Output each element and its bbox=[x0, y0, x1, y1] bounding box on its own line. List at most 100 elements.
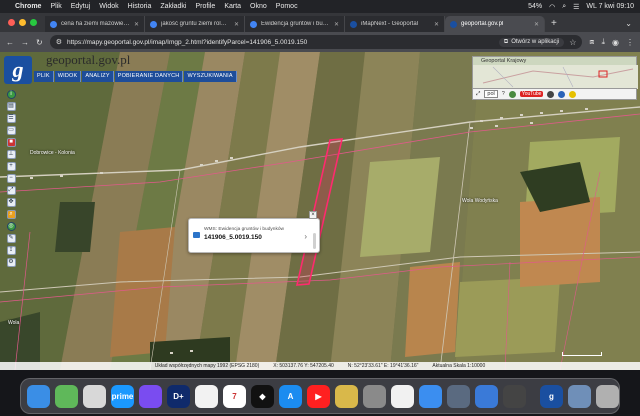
globe-icon[interactable] bbox=[508, 90, 516, 98]
extensions-icon[interactable]: ⧈ bbox=[589, 37, 594, 47]
draw-tool-icon[interactable]: ✎ bbox=[6, 234, 16, 243]
dock-safari-blue-icon[interactable] bbox=[475, 384, 498, 408]
search-icon[interactable]: ⌕ bbox=[562, 3, 566, 11]
minimize-window-button[interactable] bbox=[19, 19, 26, 26]
reload-icon[interactable]: ↻ bbox=[36, 38, 43, 47]
settings-tool-icon[interactable]: ⚙ bbox=[6, 258, 16, 267]
eye-icon[interactable] bbox=[569, 90, 577, 98]
tab-label: Ewidencja gruntów i budynkó bbox=[261, 21, 330, 27]
profile-avatar[interactable]: ◉ bbox=[612, 38, 619, 47]
dock-tidal-icon[interactable]: ◆ bbox=[251, 384, 274, 408]
dock-coins-icon[interactable] bbox=[335, 384, 358, 408]
menu-analizy[interactable]: ANALIZY bbox=[82, 71, 114, 82]
menubar-item-file[interactable]: Plik bbox=[50, 3, 61, 10]
menu-plik[interactable]: PLIK bbox=[34, 71, 54, 82]
location-tool-icon[interactable]: ◎ bbox=[6, 222, 16, 231]
dock-app-store-icon[interactable]: A bbox=[279, 384, 302, 408]
dock-photos-icon[interactable] bbox=[195, 384, 218, 408]
tab-search-chevron-icon[interactable]: ⌄ bbox=[617, 19, 640, 32]
menubar-item-tab[interactable]: Karta bbox=[224, 3, 241, 10]
tab-imapnext[interactable]: iMapNext - Geoportal ✕ bbox=[345, 16, 445, 32]
parcel-info-popup[interactable]: × WMS: Ewidencja gruntów i budynków 1419… bbox=[188, 211, 320, 253]
bookmark-tool-icon[interactable]: ■ bbox=[6, 138, 16, 147]
tab-ewidencja[interactable]: Ewidencja gruntów i budynkó ✕ bbox=[245, 16, 345, 32]
chrome-menu-icon[interactable]: ⋮ bbox=[626, 38, 634, 47]
dock-prime-video-icon[interactable]: prime bbox=[111, 384, 134, 408]
wifi-icon[interactable]: ◠ bbox=[549, 3, 555, 11]
menu-pobieranie-danych[interactable]: POBIERANIE DANYCH bbox=[114, 71, 184, 82]
battery-level[interactable]: 54% bbox=[528, 3, 542, 10]
print-tool-icon[interactable]: ▭ bbox=[6, 126, 16, 135]
bookmark-star-icon[interactable]: ☆ bbox=[569, 38, 576, 47]
dock-youtube-icon[interactable]: ▶ bbox=[307, 384, 330, 408]
tab-geoportal-active[interactable]: geoportal.gov.pl ✕ bbox=[445, 16, 545, 32]
dock-downloads-icon[interactable] bbox=[568, 384, 591, 408]
menubar-app-name[interactable]: Chrome bbox=[15, 3, 41, 10]
url-text[interactable]: https://mapy.geoportal.gov.pl/imap/Imgp_… bbox=[67, 39, 494, 46]
dock-system-settings-icon[interactable] bbox=[363, 384, 386, 408]
popup-scrollbar[interactable] bbox=[313, 233, 316, 249]
menubar-item-window[interactable]: Okno bbox=[250, 3, 267, 10]
close-window-button[interactable] bbox=[8, 19, 15, 26]
dock-chrome-icon[interactable] bbox=[391, 384, 414, 408]
info-tool-icon[interactable]: i bbox=[6, 90, 16, 99]
close-tab-icon[interactable]: ✕ bbox=[434, 21, 439, 28]
site-info-icon[interactable]: ⚙ bbox=[56, 38, 62, 46]
map-scale[interactable]: Aktualna Skala 1:10000 bbox=[432, 363, 485, 369]
close-tab-icon[interactable]: ✕ bbox=[334, 21, 339, 28]
youtube-button[interactable]: YouTube bbox=[519, 91, 544, 97]
dock-messenger-icon[interactable] bbox=[139, 384, 162, 408]
menubar-item-edit[interactable]: Edytuj bbox=[71, 3, 90, 10]
new-tab-button[interactable]: + bbox=[545, 18, 563, 32]
menubar-item-profiles[interactable]: Profile bbox=[195, 3, 215, 10]
search-tool-icon[interactable]: ⌕ bbox=[6, 210, 16, 219]
menu-widok[interactable]: WIDOK bbox=[54, 71, 82, 82]
forward-arrow-icon[interactable]: → bbox=[21, 38, 29, 47]
clock[interactable]: WL 7 kwi 09:10 bbox=[586, 3, 634, 10]
facebook-icon[interactable] bbox=[558, 90, 566, 98]
share-tool-icon[interactable]: ⇪ bbox=[6, 246, 16, 255]
control-center-icon[interactable]: ☰ bbox=[573, 3, 579, 11]
layers-tool-icon[interactable]: ▤ bbox=[6, 102, 16, 111]
open-in-app-button[interactable]: ⧉ Otwórz w aplikacji bbox=[498, 37, 565, 47]
download-icon[interactable]: ⤓ bbox=[601, 37, 605, 47]
dock-calendar-icon[interactable]: 7 bbox=[223, 384, 246, 408]
language-select[interactable]: pol bbox=[484, 90, 498, 98]
dock-finder-icon[interactable] bbox=[27, 384, 50, 408]
menubar-item-history[interactable]: Historia bbox=[128, 3, 152, 10]
dock-mail-icon[interactable] bbox=[419, 384, 442, 408]
zoom-in-icon[interactable]: + bbox=[6, 162, 16, 171]
help-icon[interactable]: ? bbox=[502, 91, 505, 97]
close-tab-icon[interactable]: ✕ bbox=[234, 21, 239, 28]
pan-tool-icon[interactable]: ✥ bbox=[6, 198, 16, 207]
close-tab-icon[interactable]: ✕ bbox=[134, 21, 139, 28]
zoom-out-icon[interactable]: − bbox=[6, 174, 16, 183]
close-tab-icon[interactable]: ✕ bbox=[534, 21, 539, 28]
chevron-right-icon[interactable]: › bbox=[304, 232, 307, 241]
tab-cena-ha[interactable]: cena ha ziemi mazowieckie - ✕ bbox=[45, 16, 145, 32]
overview-map[interactable]: Geoportal Krajowy bbox=[472, 56, 638, 89]
dock-preview-icon[interactable] bbox=[447, 384, 470, 408]
fullscreen-icon[interactable]: ⤢ bbox=[476, 91, 480, 98]
zoom-window-button[interactable] bbox=[30, 19, 37, 26]
measure-tool-icon[interactable]: ⊥ bbox=[6, 150, 16, 159]
full-extent-icon[interactable]: ⤢ bbox=[6, 186, 16, 195]
back-arrow-icon[interactable]: ← bbox=[6, 38, 14, 47]
camera-icon[interactable] bbox=[547, 90, 555, 98]
legend-tool-icon[interactable]: ☰ bbox=[6, 114, 16, 123]
dock-maps-icon[interactable] bbox=[55, 384, 78, 408]
menu-wyszukiwania[interactable]: WYSZUKIWANIA bbox=[184, 71, 237, 82]
dock-geoportal-icon[interactable]: g bbox=[540, 384, 563, 408]
close-popup-icon[interactable]: × bbox=[309, 211, 317, 219]
tab-jakosc-gruntu[interactable]: jakość gruntu ziemi rolnej - G ✕ bbox=[145, 16, 245, 32]
dock-trash-icon[interactable] bbox=[596, 384, 619, 408]
address-bar[interactable]: ⚙ https://mapy.geoportal.gov.pl/imap/Img… bbox=[49, 35, 583, 49]
parcel-id[interactable]: 141906_5.0019.150 bbox=[204, 234, 262, 241]
dock-disney-icon[interactable]: D+ bbox=[167, 384, 190, 408]
menubar-item-help[interactable]: Pomoc bbox=[276, 3, 298, 10]
menubar-item-view[interactable]: Widok bbox=[99, 3, 118, 10]
dock-launchpad-icon[interactable] bbox=[83, 384, 106, 408]
dock-calculator-icon[interactable] bbox=[503, 384, 526, 408]
menubar-item-bookmarks[interactable]: Zakładki bbox=[160, 3, 186, 10]
geoportal-logo[interactable]: g bbox=[4, 56, 32, 84]
